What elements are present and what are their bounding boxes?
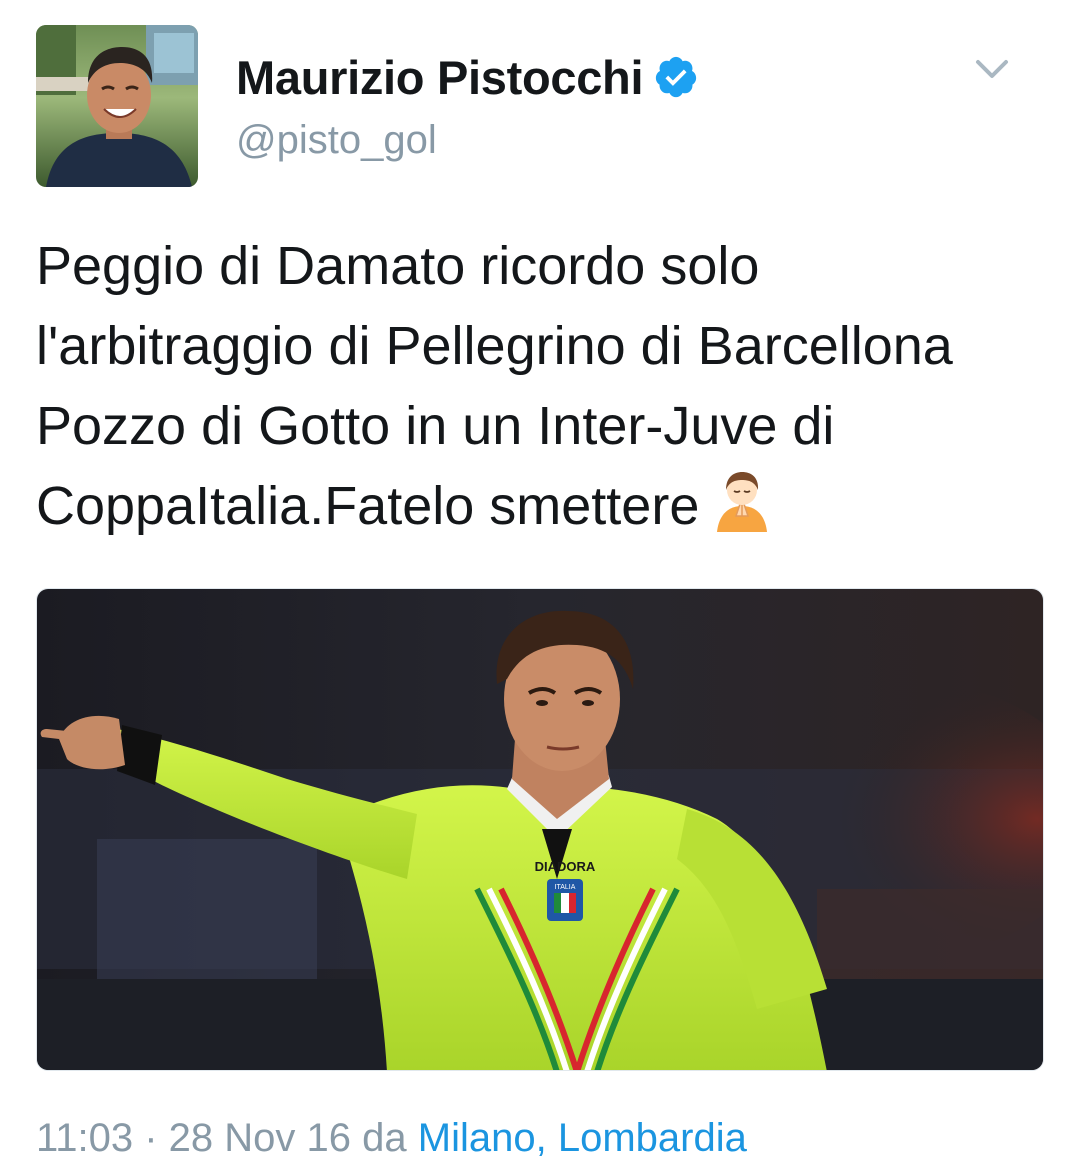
author-display-name[interactable]: Maurizio Pistocchi	[236, 50, 644, 105]
tweet-text: Peggio di Damato ricordo solo l'arbitrag…	[36, 226, 1046, 546]
location-link[interactable]: Milano, Lombardia	[418, 1116, 747, 1160]
chevron-down-icon[interactable]	[968, 52, 1016, 88]
author-handle[interactable]: @pisto_gol	[236, 118, 437, 163]
tweet-text-body: Peggio di Damato ricordo solo l'arbitrag…	[36, 236, 953, 536]
folded-hands-emoji-icon	[709, 468, 775, 534]
tweet-meta: 11:03 · 28 Nov 16 da Milano, Lombardia	[36, 1116, 747, 1161]
tweet-timestamp[interactable]: 11:03 · 28 Nov 16	[36, 1116, 351, 1160]
via-label: da	[362, 1116, 407, 1160]
jersey-brand-text: DIADORA	[535, 859, 596, 874]
avatar[interactable]	[36, 25, 198, 187]
author-name-row[interactable]: Maurizio Pistocchi	[236, 44, 699, 110]
tweet-media-photo[interactable]: DIADORA ITALIA	[36, 588, 1044, 1071]
referee-photo: DIADORA ITALIA	[37, 589, 1043, 1070]
avatar-photo	[36, 25, 198, 187]
verified-badge-icon	[653, 54, 699, 100]
jersey-badge-text: ITALIA	[555, 884, 576, 891]
